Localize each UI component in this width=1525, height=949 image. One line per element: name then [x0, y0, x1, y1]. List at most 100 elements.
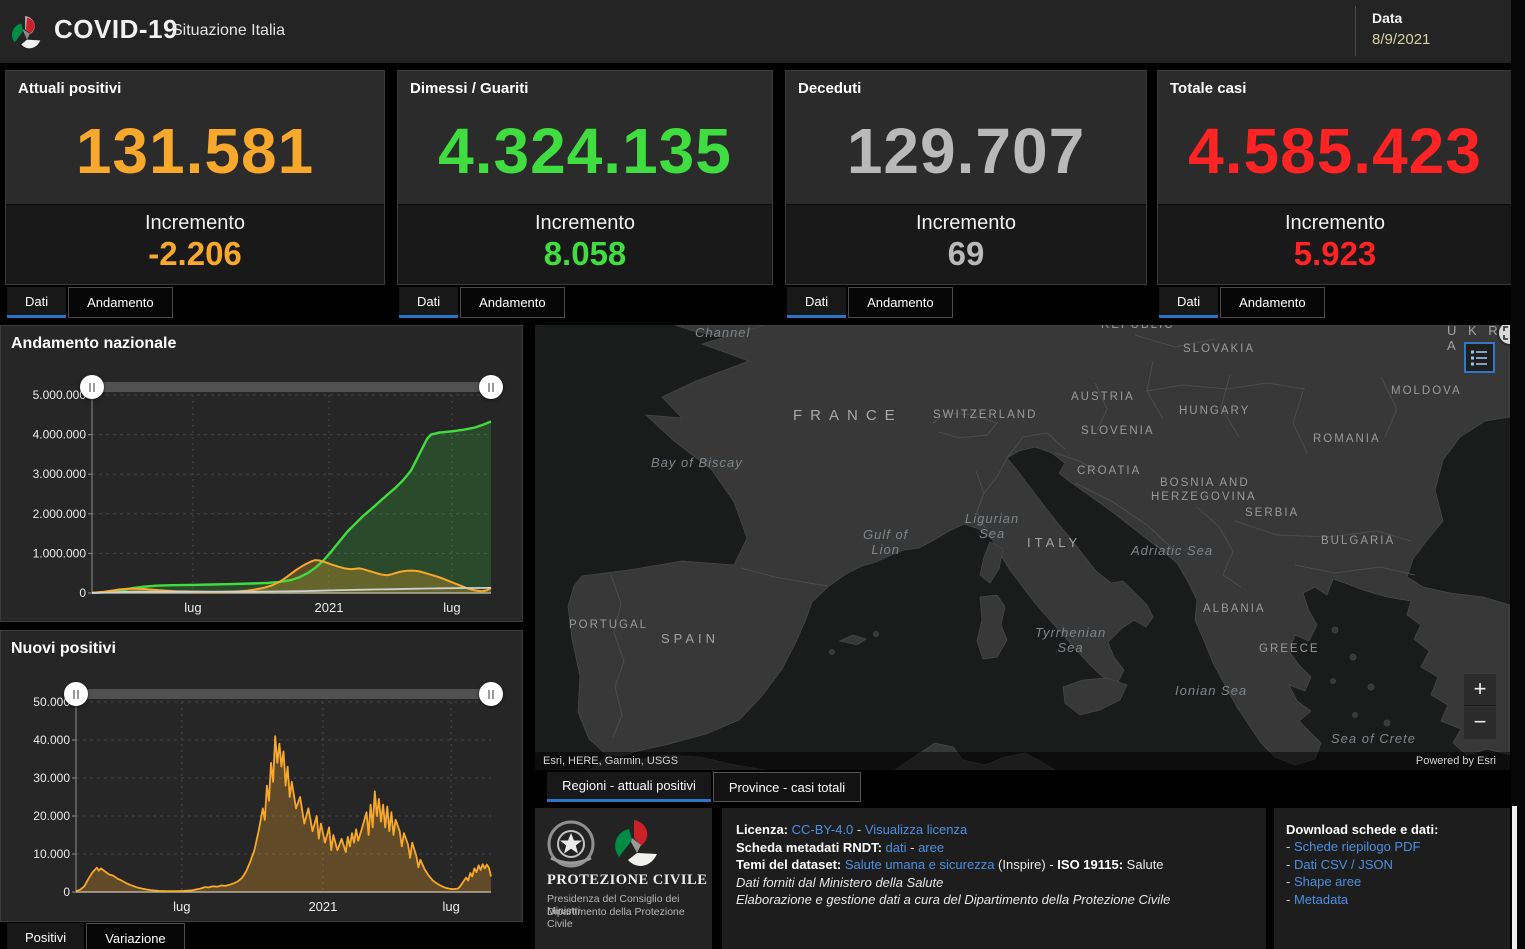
download-link-row: - Schede riepilogo PDF: [1286, 839, 1421, 854]
slider-grip-icon: [488, 689, 494, 699]
page-scrollbar[interactable]: [1511, 0, 1525, 949]
tab-positivi[interactable]: Positivi: [7, 923, 85, 949]
andamento-nazionale-chart: 0 1.000.000 2.000.000 3.000.000 4.000.000 5.0…: [33, 387, 492, 615]
card-title: Totale casi: [1170, 80, 1247, 97]
footer-logo-box: PROTEZIONE CIVILE Presidenza del Consigl…: [535, 808, 712, 949]
card-value: 4.324.135: [438, 114, 732, 187]
increment-value: -2.206: [148, 235, 242, 272]
time-slider-track[interactable]: [92, 382, 491, 392]
license-text: Salute: [1126, 857, 1164, 872]
license-text: Temi del dataset:: [736, 857, 845, 872]
license-line: Scheda metadati RNDT: dati - aree: [736, 839, 1252, 857]
download-link[interactable]: Schede riepilogo PDF: [1294, 839, 1420, 854]
slider-grip-icon: [89, 382, 95, 392]
org-name: PROTEZIONE CIVILE: [547, 872, 708, 888]
map-attribution: Esri, HERE, Garmin, USGS: [543, 755, 679, 767]
powered-by-esri[interactable]: Powered by Esri: [1416, 752, 1496, 770]
card-increment-section: Incremento 69: [786, 204, 1146, 284]
increment-label: Incremento: [915, 212, 1017, 234]
time-slider-handle-right[interactable]: [479, 375, 503, 399]
license-link[interactable]: Visualizza licenza: [865, 822, 967, 837]
card-tabs-deceduti: Dati Andamento: [787, 287, 953, 318]
map-zoom-out-button[interactable]: −: [1464, 707, 1496, 739]
scrollbar-thumb[interactable]: [1512, 806, 1517, 949]
card-title: Deceduti: [798, 80, 862, 97]
time-slider-handle-left[interactable]: [80, 375, 104, 399]
license-line: Licenza: CC-BY-4.0 - Visualizza licenza: [736, 821, 1252, 839]
tab-andamento[interactable]: Andamento: [1220, 287, 1325, 318]
tab-andamento[interactable]: Andamento: [68, 287, 173, 318]
slider-grip-icon: [73, 689, 79, 699]
card-increment-section: Incremento 8.058: [398, 204, 772, 284]
svg-text:40.000: 40.000: [33, 733, 70, 747]
svg-text:lug: lug: [442, 899, 459, 914]
italy-emblem-icon: [547, 820, 657, 868]
card-totale-casi: Totale casi 4.585.423 Incremento 5.923: [1157, 70, 1513, 285]
license-text: (Inspire) -: [994, 857, 1058, 872]
tab-dati[interactable]: Dati: [1159, 287, 1219, 318]
footer-license-box: Licenza: CC-BY-4.0 - Visualizza licenza S…: [722, 808, 1266, 949]
europe-map[interactable]: + − Esri, HERE, Garmin, USGS Powered by …: [535, 325, 1510, 770]
svg-text:3.000.000: 3.000.000: [33, 467, 87, 481]
tab-dati[interactable]: Dati: [7, 287, 67, 318]
license-link[interactable]: aree: [918, 840, 944, 855]
panel-andamento-nazionale: Andamento nazionale 0 1.000.000 2.000.000 3…: [0, 325, 523, 622]
time-slider-track[interactable]: [76, 689, 491, 699]
license-note: Dati forniti dal Ministero della Salute: [736, 874, 944, 890]
panel-nuovi-positivi: Nuovi positivi 0 10.000 20.000 30.000 40.000…: [0, 630, 523, 922]
license-line: Temi del dataset: Salute umana e sicurez…: [736, 856, 1252, 874]
license-link[interactable]: Salute umana e sicurezza: [845, 857, 995, 872]
map-basemap: [567, 325, 1510, 770]
download-title: Download schede e dati:: [1286, 822, 1439, 837]
map-zoom-in-button[interactable]: +: [1464, 674, 1496, 706]
download-link-row: - Shape aree: [1286, 874, 1362, 889]
svg-text:2021: 2021: [308, 899, 337, 914]
nuovi-positivi-chart: 010.00020.00030.00040.00050.000lug 2021 lu…: [33, 694, 492, 914]
footer-download-box: Download schede e dati: - Schede riepilo…: [1274, 808, 1510, 949]
increment-value: 69: [947, 235, 985, 272]
svg-text:lug: lug: [184, 600, 201, 615]
svg-text:2.000.000: 2.000.000: [33, 507, 87, 521]
time-slider-handle-left[interactable]: [64, 682, 88, 706]
app-subtitle: Situazione Italia: [172, 22, 285, 39]
org-line-2: Dipartimento della Protezione Civile: [547, 906, 685, 930]
tab-variazione[interactable]: Variazione: [86, 923, 185, 949]
card-tabs-attuali: Dati Andamento: [7, 287, 173, 318]
svg-text:2021: 2021: [315, 600, 344, 615]
download-link[interactable]: Shape aree: [1294, 874, 1361, 889]
card-title: Attuali positivi: [18, 80, 122, 97]
card-deceduti: Deceduti 129.707 Incremento 69: [785, 70, 1147, 285]
tab-dati[interactable]: Dati: [399, 287, 459, 318]
map-legend-button[interactable]: [1464, 342, 1495, 373]
license-text: -: [906, 839, 919, 855]
card-dimessi-guariti: Dimessi / Guariti 4.324.135 Incremento 8…: [397, 70, 773, 285]
increment-label: Incremento: [534, 212, 636, 234]
header-divider: [1355, 6, 1356, 56]
license-text: ISO 19115:: [1057, 857, 1127, 872]
date-value: 8/9/2021: [1372, 31, 1431, 48]
date-label: Data: [1372, 10, 1403, 26]
dashboard: COVID-19 Situazione Italia Data 8/9/2021…: [0, 0, 1525, 949]
download-link[interactable]: Metadata: [1294, 892, 1348, 907]
increment-label: Incremento: [1284, 212, 1386, 234]
license-note: Elaborazione e gestione dati a cura del …: [736, 892, 1171, 907]
license-link[interactable]: CC-BY-4.0: [792, 822, 854, 837]
tab-province-casi-totali[interactable]: Province - casi totali: [713, 772, 861, 802]
svg-text:5.000.000: 5.000.000: [33, 388, 87, 402]
svg-text:10.000: 10.000: [33, 847, 70, 861]
download-link-row: - Metadata: [1286, 891, 1349, 907]
svg-text:20.000: 20.000: [33, 809, 70, 823]
svg-text:0: 0: [63, 885, 70, 899]
svg-text:1.000.000: 1.000.000: [33, 546, 87, 560]
license-link[interactable]: dati: [886, 840, 907, 855]
time-slider-handle-right[interactable]: [479, 682, 503, 706]
tab-regioni-attuali-positivi[interactable]: Regioni - attuali positivi: [547, 772, 711, 802]
protezione-civile-logo-icon: [11, 15, 41, 49]
tab-andamento[interactable]: Andamento: [848, 287, 953, 318]
svg-text:lug: lug: [443, 600, 460, 615]
tab-andamento[interactable]: Andamento: [460, 287, 565, 318]
tab-dati[interactable]: Dati: [787, 287, 847, 318]
card-tabs-totale: Dati Andamento: [1159, 287, 1325, 318]
card-increment-section: Incremento 5.923: [1158, 204, 1512, 284]
download-link[interactable]: Dati CSV / JSON: [1294, 857, 1393, 872]
